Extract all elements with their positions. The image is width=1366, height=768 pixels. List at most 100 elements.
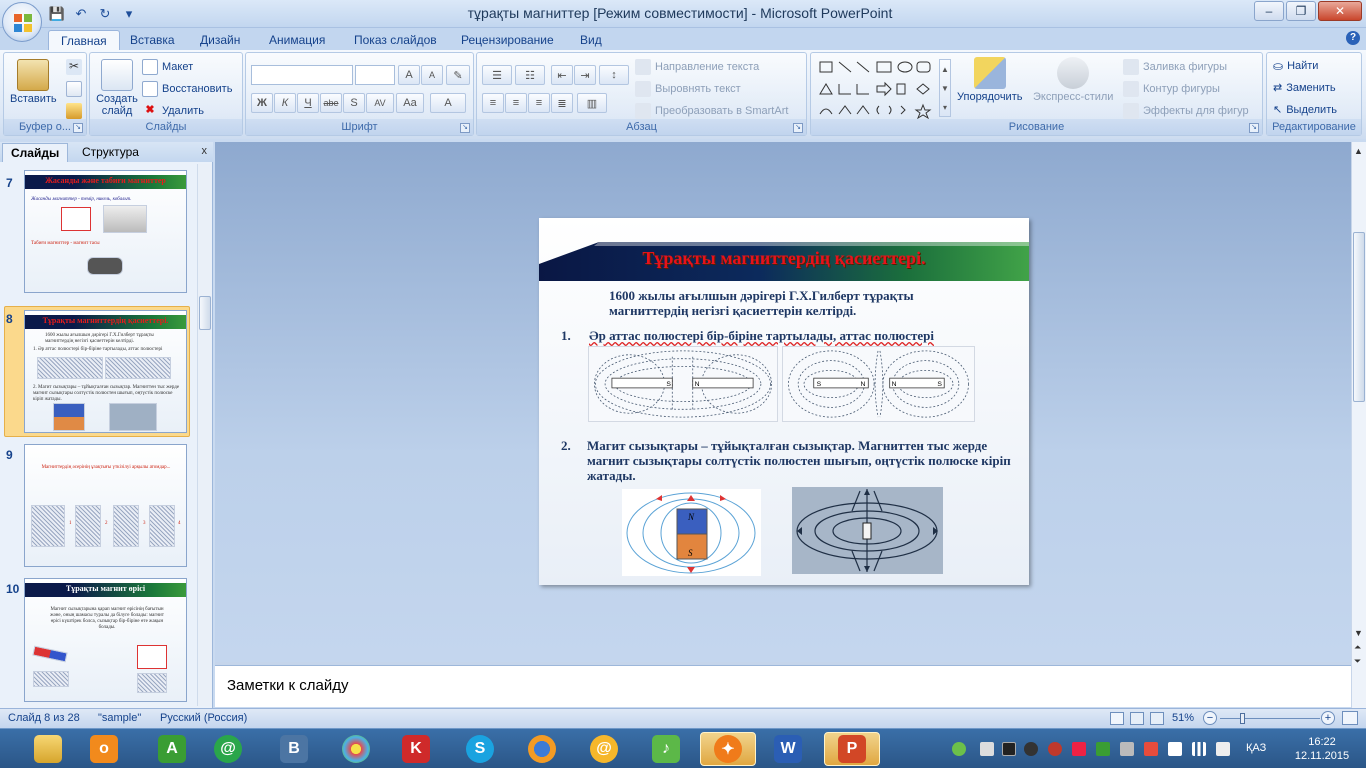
taskbar-mail-agent[interactable]: @: [200, 732, 256, 766]
tray-agent-icon[interactable]: [1096, 742, 1110, 756]
taskbar-explorer[interactable]: [20, 732, 76, 766]
underline-button[interactable]: Ч: [297, 93, 319, 113]
zoom-slider-handle[interactable]: [1240, 713, 1245, 724]
slide-title[interactable]: Тұрақты магниттердің қасиеттері.: [539, 248, 1029, 269]
tray-device-icon[interactable]: [980, 742, 994, 756]
paragraph-launcher-icon[interactable]: ↘: [793, 123, 803, 133]
cut-icon[interactable]: ✂: [66, 59, 82, 75]
undo-icon[interactable]: ↶: [72, 5, 90, 23]
change-case-button[interactable]: Aa: [396, 93, 424, 113]
shape-fill-button[interactable]: Заливка фигуры: [1123, 59, 1227, 75]
system-clock[interactable]: 16:22 12.11.2015: [1290, 735, 1354, 763]
drawing-launcher-icon[interactable]: ↘: [1249, 123, 1259, 133]
scroll-up-icon[interactable]: ▲: [1354, 146, 1363, 156]
current-slide[interactable]: Тұрақты магниттердің қасиеттері. 1600 жы…: [539, 218, 1029, 585]
increase-indent-icon[interactable]: ⇥: [574, 65, 596, 85]
taskbar-agent[interactable]: A: [144, 732, 200, 766]
strikethrough-button[interactable]: abe: [320, 93, 342, 113]
zoom-in-button[interactable]: +: [1321, 711, 1335, 725]
reset-button[interactable]: Восстановить: [142, 81, 232, 97]
font-name-combo[interactable]: [251, 65, 353, 85]
tray-update-icon[interactable]: [952, 742, 966, 756]
bullets-icon[interactable]: ☰: [482, 65, 512, 85]
numbering-icon[interactable]: ☷: [515, 65, 545, 85]
taskbar-mail[interactable]: @: [576, 732, 632, 766]
redo-icon[interactable]: ↻: [96, 5, 114, 23]
tab-home[interactable]: Главная: [48, 30, 120, 50]
smartart-button[interactable]: Преобразовать в SmartArt: [635, 103, 788, 119]
shrink-font-button[interactable]: A: [421, 65, 443, 85]
tray-volume-icon[interactable]: [1216, 742, 1230, 756]
format-painter-icon[interactable]: [66, 103, 82, 119]
slide-thumbnail-10[interactable]: Тұрақты магнит өрісі Магнит сызықтарына …: [24, 578, 187, 702]
customize-qat-icon[interactable]: ▾: [120, 5, 138, 23]
tab-slides-panel[interactable]: Слайды: [2, 143, 69, 162]
clear-format-icon[interactable]: ✎: [446, 65, 470, 85]
tab-animation[interactable]: Анимация: [257, 30, 337, 50]
tab-outline-panel[interactable]: Структура: [74, 143, 147, 162]
notes-pane[interactable]: Заметки к слайду: [215, 665, 1351, 707]
slideshow-view-icon[interactable]: [1150, 712, 1164, 725]
bold-button[interactable]: Ж: [251, 93, 273, 113]
decrease-indent-icon[interactable]: ⇤: [551, 65, 573, 85]
tray-signal-icon[interactable]: [1192, 742, 1206, 756]
columns-icon[interactable]: ▥: [577, 93, 607, 113]
tab-insert[interactable]: Вставка: [118, 30, 187, 50]
slide-sorter-view-icon[interactable]: [1130, 712, 1144, 725]
grow-font-button[interactable]: A: [398, 65, 420, 85]
panel-scroll-thumb[interactable]: [199, 296, 211, 330]
input-language[interactable]: ҚАЗ: [1246, 742, 1266, 754]
slide-thumbnail-7[interactable]: Жасанды және табиғи магниттер Жасанды ма…: [24, 170, 187, 293]
maximize-button[interactable]: ❐: [1286, 1, 1316, 21]
taskbar-kaspersky[interactable]: K: [388, 732, 444, 766]
font-size-combo[interactable]: [355, 65, 395, 85]
close-button[interactable]: ✕: [1318, 1, 1362, 21]
help-icon[interactable]: ?: [1346, 31, 1360, 45]
tray-mail-icon[interactable]: [1048, 742, 1062, 756]
find-button[interactable]: ⛀ Найти: [1273, 59, 1318, 73]
font-color-button[interactable]: A: [430, 93, 466, 113]
taskbar-music[interactable]: ♪: [638, 732, 694, 766]
tray-network-icon[interactable]: [1120, 742, 1134, 756]
taskbar-avast[interactable]: ✦: [700, 732, 756, 766]
tab-view[interactable]: Вид: [568, 30, 614, 50]
align-center-icon[interactable]: ≡: [505, 93, 527, 113]
shape-effects-button[interactable]: Эффекты для фигур: [1123, 103, 1249, 119]
editor-scroll-thumb[interactable]: [1353, 232, 1365, 402]
shape-outline-button[interactable]: Контур фигуры: [1123, 81, 1220, 97]
replace-button[interactable]: ⇄ Заменить: [1273, 81, 1336, 95]
italic-button[interactable]: К: [274, 93, 296, 113]
shapes-more-icon[interactable]: ▲ ▼ ▾: [939, 59, 951, 117]
language-status[interactable]: Русский (Россия): [160, 712, 247, 724]
clipboard-launcher-icon[interactable]: ↘: [73, 123, 83, 133]
slide-item-1[interactable]: Әр аттас полюстері бір-біріне тартылады,…: [589, 328, 989, 343]
tray-antivirus-icon[interactable]: [1144, 742, 1158, 756]
line-spacing-icon[interactable]: ↕: [599, 65, 629, 85]
tray-media-icon[interactable]: [1002, 742, 1016, 756]
office-button[interactable]: [2, 2, 42, 42]
zoom-slider-track[interactable]: [1220, 718, 1320, 719]
shadow-button[interactable]: S: [343, 93, 365, 113]
taskbar-flower-app[interactable]: [328, 732, 384, 766]
font-launcher-icon[interactable]: ↘: [460, 123, 470, 133]
char-spacing-button[interactable]: AV: [366, 93, 394, 113]
normal-view-icon[interactable]: [1110, 712, 1124, 725]
tab-slideshow[interactable]: Показ слайдов: [342, 30, 449, 50]
quick-styles-button[interactable]: Экспресс-стили: [1033, 57, 1113, 103]
slide-thumbnail-9[interactable]: Магниттердің әсерінің ұзақтығы үткізілуі…: [24, 444, 187, 567]
justify-icon[interactable]: ≣: [551, 93, 573, 113]
text-direction-button[interactable]: Направление текста: [635, 59, 759, 75]
scroll-down-icon[interactable]: ▼: [1354, 628, 1363, 638]
minimize-button[interactable]: ‒: [1254, 1, 1284, 21]
slide-intro-text[interactable]: 1600 жылы ағылшын дәрігері Г.Х.Гилберт т…: [609, 288, 949, 318]
save-icon[interactable]: 💾: [48, 5, 66, 23]
previous-slide-icon[interactable]: ⏶: [1354, 642, 1361, 653]
close-panel-icon[interactable]: x: [202, 145, 208, 157]
align-text-button[interactable]: Выровнять текст: [635, 81, 741, 97]
taskbar-skype[interactable]: S: [452, 732, 508, 766]
taskbar-firefox[interactable]: [514, 732, 570, 766]
tray-arrow-icon[interactable]: [1072, 742, 1086, 756]
zoom-out-button[interactable]: −: [1203, 711, 1217, 725]
tab-design[interactable]: Дизайн: [188, 30, 252, 50]
next-slide-icon[interactable]: ⏷: [1354, 656, 1361, 667]
